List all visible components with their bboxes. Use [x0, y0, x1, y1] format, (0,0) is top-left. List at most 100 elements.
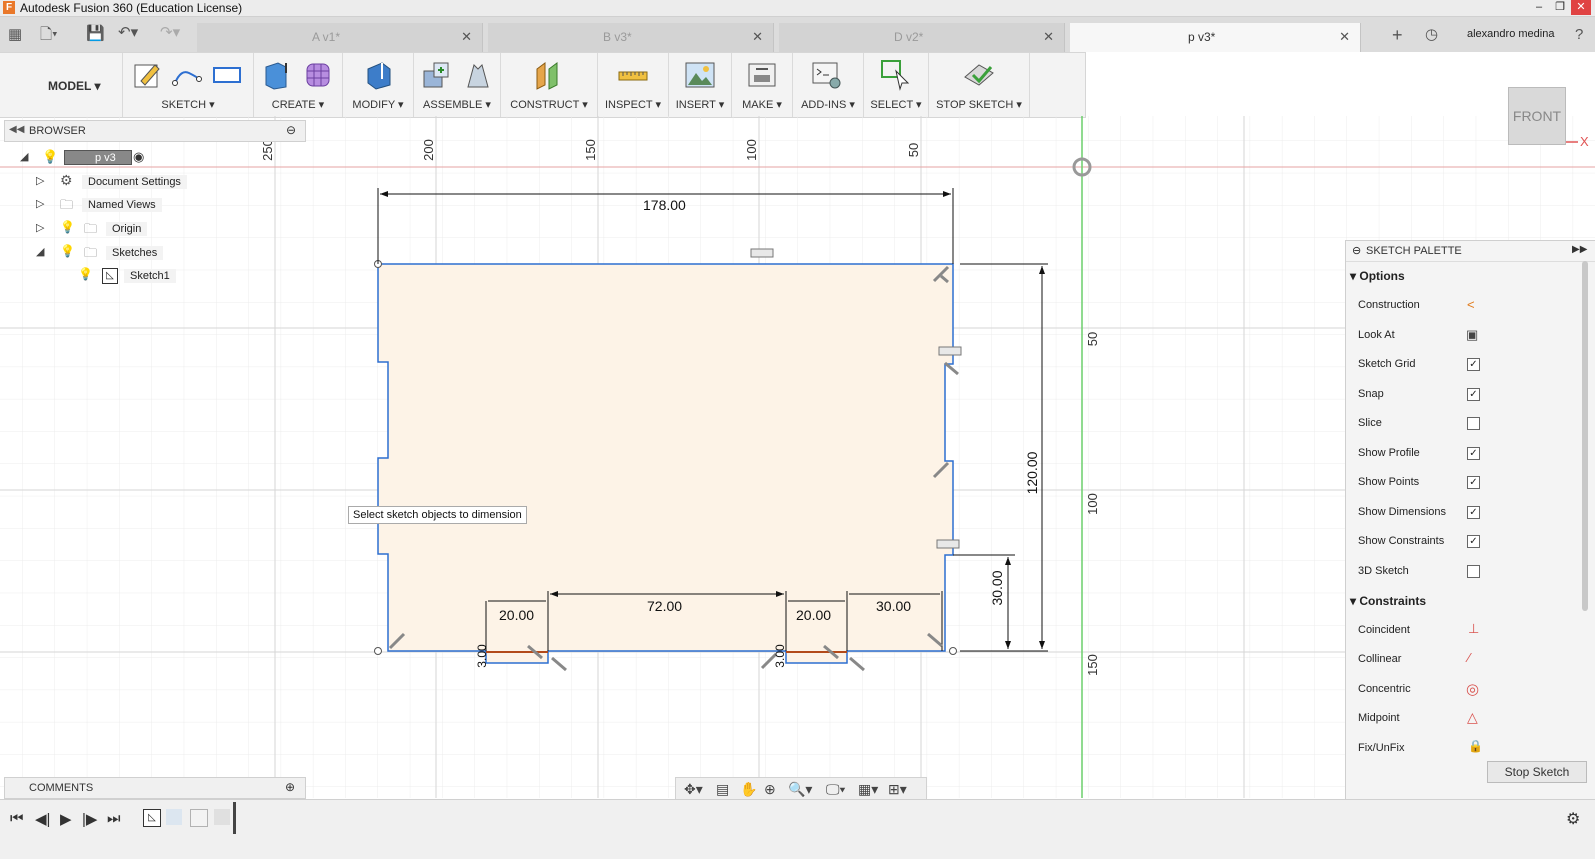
stop-sketch-button[interactable]: Stop Sketch [1487, 761, 1587, 783]
scripts-icon[interactable] [811, 59, 843, 91]
offset-plane-icon[interactable] [533, 59, 565, 91]
comments-panel[interactable]: COMMENTS ⊕ [4, 777, 306, 799]
browser-item-origin[interactable]: ▷ 💡 🗀 Origin [36, 219, 296, 239]
show-constraints-checkbox[interactable]: ✓ [1467, 535, 1480, 548]
previous-step-icon[interactable]: ◀| [35, 810, 50, 828]
stop-sketch-icon[interactable] [963, 59, 995, 91]
help-icon[interactable]: ? [1575, 26, 1583, 43]
options-section-header[interactable]: ▾ Options [1350, 269, 1405, 283]
zoom-icon[interactable]: ⊕ [764, 781, 776, 798]
browser-item-document-settings[interactable]: ▷ ⚙ Document Settings [36, 172, 296, 192]
timeline-feature-icon[interactable] [190, 809, 208, 827]
dim-small2-text[interactable]: 3.00 [773, 644, 787, 668]
browser-item-sketches[interactable]: ◢ 💡 🗀 Sketches [36, 243, 296, 263]
constraints-section-header[interactable]: ▾ Constraints [1350, 594, 1426, 608]
show-profile-checkbox[interactable]: ✓ [1467, 447, 1480, 460]
browser-pin-icon[interactable]: ⊖ [286, 123, 296, 137]
expanded-triangle-icon[interactable]: ◢ [20, 150, 28, 163]
browser-root-row[interactable]: ◢ 💡 p v3 ◉ [20, 148, 300, 168]
midpoint-icon[interactable]: △ [1467, 709, 1478, 726]
coincident-icon[interactable]: ⊥ [1468, 621, 1479, 637]
show-points-checkbox[interactable]: ✓ [1467, 476, 1480, 489]
apps-grid-icon[interactable]: ▦ [8, 25, 22, 43]
snap-checkbox[interactable]: ✓ [1467, 388, 1480, 401]
timeline-feature-icon[interactable] [166, 809, 182, 825]
job-status-icon[interactable]: ◷ [1425, 25, 1438, 43]
tab-close-icon[interactable]: ✕ [1043, 29, 1054, 45]
3d-print-icon[interactable] [746, 59, 778, 91]
add-comment-icon[interactable]: ⊕ [285, 780, 295, 794]
collapsed-triangle-icon[interactable]: ▷ [36, 174, 44, 187]
collapsed-triangle-icon[interactable]: ▷ [36, 221, 44, 234]
hidden-bulb-icon[interactable]: 💡 [60, 220, 75, 234]
minimize-button[interactable]: – [1529, 0, 1549, 15]
toolbar-group-select[interactable]: SELECT ▾ [864, 53, 929, 117]
toolbar-group-sketch[interactable]: SKETCH ▾ [123, 53, 254, 117]
browser-item-sketch1[interactable]: 💡 ◺ Sketch1 [78, 266, 298, 286]
tab-close-icon[interactable]: ✕ [1339, 29, 1350, 45]
timeline-settings-gear-icon[interactable]: ⚙ [1566, 809, 1580, 829]
tab-b-v3[interactable]: B v3* ✕ [488, 23, 774, 52]
visibility-bulb-icon[interactable]: 💡 [42, 149, 58, 165]
visibility-bulb-icon[interactable]: 💡 [60, 244, 75, 258]
viewports-icon[interactable]: ⊞▾ [888, 781, 907, 798]
timeline-sketch-icon[interactable]: ◺ [143, 809, 161, 827]
slice-checkbox[interactable] [1467, 417, 1480, 430]
workspace-switcher[interactable]: MODEL ▾ [10, 53, 123, 117]
root-component-label[interactable]: p v3 [64, 150, 132, 165]
browser-panel-header[interactable]: ◀◀ BROWSER ⊖ [4, 120, 306, 142]
toolbar-group-modify[interactable]: MODIFY ▾ [343, 53, 414, 117]
toolbar-group-stop-sketch[interactable]: STOP SKETCH ▾ [929, 53, 1030, 117]
browser-item-named-views[interactable]: ▷ 🗀 Named Views [36, 195, 296, 215]
expanded-triangle-icon[interactable]: ◢ [36, 245, 44, 258]
timeline-marker[interactable] [233, 802, 236, 834]
joint-icon[interactable] [462, 59, 494, 91]
toolbar-group-insert[interactable]: INSERT ▾ [669, 53, 732, 117]
toolbar-group-construct[interactable]: CONSTRUCT ▾ [501, 53, 598, 117]
extrude-icon[interactable] [260, 59, 292, 91]
user-name[interactable]: alexandro medina [1467, 28, 1554, 40]
dim-right-offset-text[interactable]: 30.00 [876, 598, 911, 614]
new-component-icon[interactable] [420, 59, 452, 91]
lock-icon[interactable]: 🔒 [1468, 739, 1483, 753]
collinear-icon[interactable]: ⁄ [1468, 650, 1470, 665]
undo-icon[interactable]: ↶▾ [118, 23, 138, 41]
palette-scrollbar[interactable] [1582, 261, 1588, 611]
toolbar-group-make[interactable]: MAKE ▾ [732, 53, 793, 117]
dim-middle-text[interactable]: 72.00 [647, 598, 682, 614]
tab-p-v3[interactable]: p v3* ✕ [1070, 23, 1361, 52]
line-icon[interactable] [171, 59, 203, 91]
first-step-icon[interactable]: ⏮ [10, 810, 24, 827]
palette-header[interactable]: ⊖ SKETCH PALETTE ▶▶ [1346, 241, 1595, 262]
toolbar-group-inspect[interactable]: INSPECT ▾ [598, 53, 669, 117]
form-icon[interactable] [302, 59, 334, 91]
select-icon[interactable] [880, 59, 912, 91]
tab-close-icon[interactable]: ✕ [461, 29, 472, 45]
play-icon[interactable]: ▶ [60, 810, 72, 828]
toolbar-group-add-ins[interactable]: ADD-INS ▾ [793, 53, 864, 117]
collapsed-triangle-icon[interactable]: ▷ [36, 197, 44, 210]
file-menu-icon[interactable]: 🗋▾ [40, 24, 58, 49]
close-button[interactable]: ✕ [1571, 0, 1591, 15]
dim-slot1-text[interactable]: 20.00 [499, 607, 534, 623]
timeline-feature-icon[interactable] [214, 809, 230, 825]
insert-image-icon[interactable] [684, 59, 716, 91]
redo-icon[interactable]: ↷▾ [160, 23, 180, 41]
viewcube-front-face[interactable]: FRONT [1508, 87, 1566, 145]
next-step-icon[interactable]: |▶ [82, 810, 97, 828]
look-at-icon[interactable]: ▣ [1466, 327, 1478, 343]
rectangle-icon[interactable] [211, 59, 243, 91]
dim-slot2-text[interactable]: 20.00 [796, 607, 831, 623]
last-step-icon[interactable]: ⏭ [107, 810, 121, 827]
grid-settings-icon[interactable]: ▦▾ [858, 781, 878, 798]
measure-icon[interactable] [617, 59, 649, 91]
dim-right-notch-text[interactable]: 30.00 [989, 570, 1005, 605]
press-pull-icon[interactable] [362, 59, 394, 91]
activate-radio-icon[interactable]: ◉ [133, 149, 144, 165]
3d-sketch-checkbox[interactable] [1467, 565, 1480, 578]
concentric-icon[interactable]: ◎ [1466, 680, 1479, 698]
tab-a-v1[interactable]: A v1* ✕ [197, 23, 483, 52]
maximize-button[interactable]: ❐ [1550, 0, 1570, 15]
visibility-bulb-icon[interactable]: 💡 [78, 267, 93, 281]
look-at-nav-icon[interactable]: ▤ [716, 781, 729, 798]
